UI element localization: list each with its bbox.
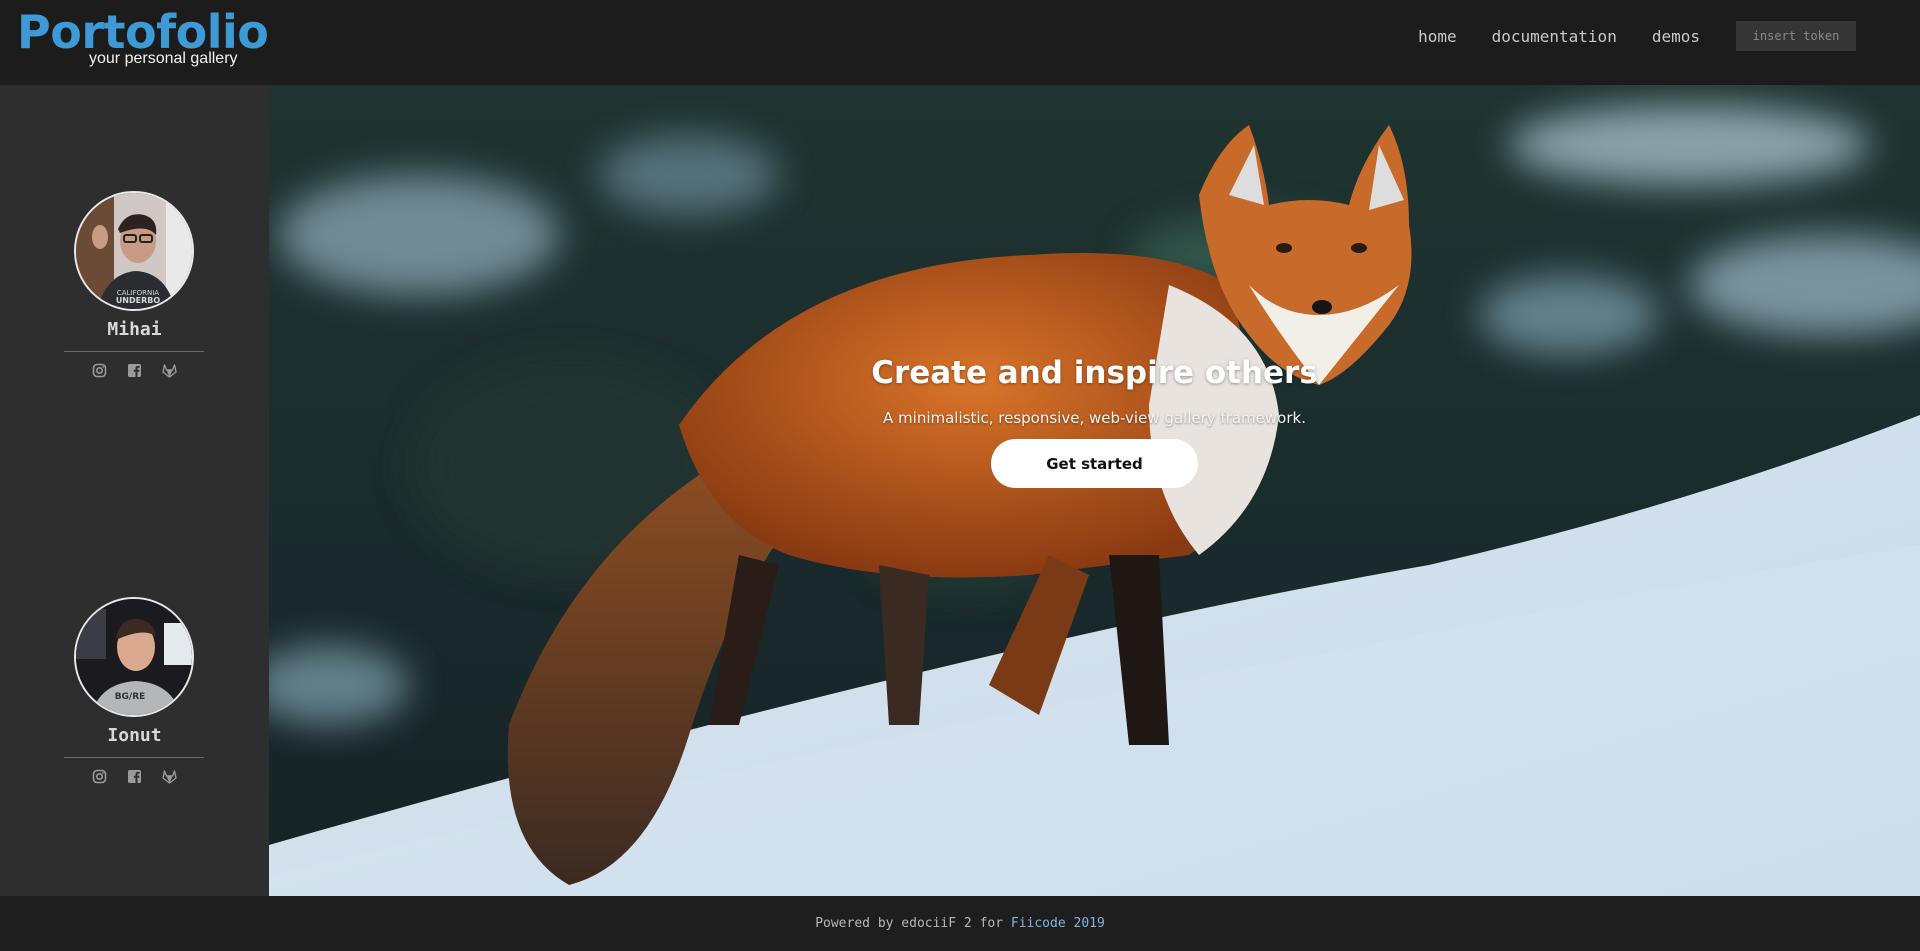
- profile-name-mihai: Mihai: [107, 319, 162, 340]
- facebook-icon[interactable]: [127, 769, 142, 784]
- sidebar: CALIFORNIA UNDERBO Mihai BG/RE Ionut: [0, 85, 269, 896]
- footer-fiicode-link[interactable]: Fiicode 2019: [1011, 916, 1105, 931]
- instagram-icon[interactable]: [92, 363, 107, 378]
- svg-text:UNDERBO: UNDERBO: [116, 296, 161, 305]
- profile-divider: [64, 757, 204, 758]
- hero-fox-image: [269, 85, 1920, 896]
- nav-documentation-link[interactable]: documentation: [1492, 27, 1617, 46]
- insert-token-button[interactable]: insert token: [1736, 21, 1856, 51]
- svg-text:BG/RE: BG/RE: [115, 692, 146, 702]
- hero-title: Create and inspire others: [871, 355, 1318, 391]
- person-photo-icon: CALIFORNIA UNDERBO: [76, 193, 192, 309]
- get-started-button[interactable]: Get started: [991, 439, 1198, 488]
- facebook-icon[interactable]: [127, 363, 142, 378]
- gitlab-icon[interactable]: [162, 769, 177, 784]
- avatar-ionut[interactable]: BG/RE: [74, 597, 194, 717]
- footer-credit: Powered by edociiF 2 for: [815, 916, 1004, 931]
- hero-content: Create and inspire others A minimalistic…: [269, 355, 1920, 488]
- profile-divider: [64, 351, 204, 352]
- instagram-icon[interactable]: [92, 769, 107, 784]
- nav-home-link[interactable]: home: [1418, 27, 1457, 46]
- nav-demos-link[interactable]: demos: [1652, 27, 1700, 46]
- logo[interactable]: Portofolio your personal gallery: [17, 4, 269, 67]
- gitlab-icon[interactable]: [162, 363, 177, 378]
- profile-social-mihai: [0, 363, 269, 378]
- footer: Powered by edociiF 2 for Fiicode 2019: [0, 896, 1920, 951]
- avatar-mihai[interactable]: CALIFORNIA UNDERBO: [74, 191, 194, 311]
- hero-section: Create and inspire others A minimalistic…: [269, 85, 1920, 896]
- top-header: Portofolio your personal gallery home do…: [0, 0, 1920, 85]
- logo-subtitle: your personal gallery: [89, 50, 238, 67]
- hero-subtitle: A minimalistic, responsive, web-view gal…: [883, 409, 1306, 427]
- profile-social-ionut: [0, 769, 269, 784]
- main-nav: home documentation demos insert token: [1418, 21, 1920, 51]
- profile-name-ionut: Ionut: [107, 725, 162, 746]
- person-photo-icon: BG/RE: [76, 599, 192, 715]
